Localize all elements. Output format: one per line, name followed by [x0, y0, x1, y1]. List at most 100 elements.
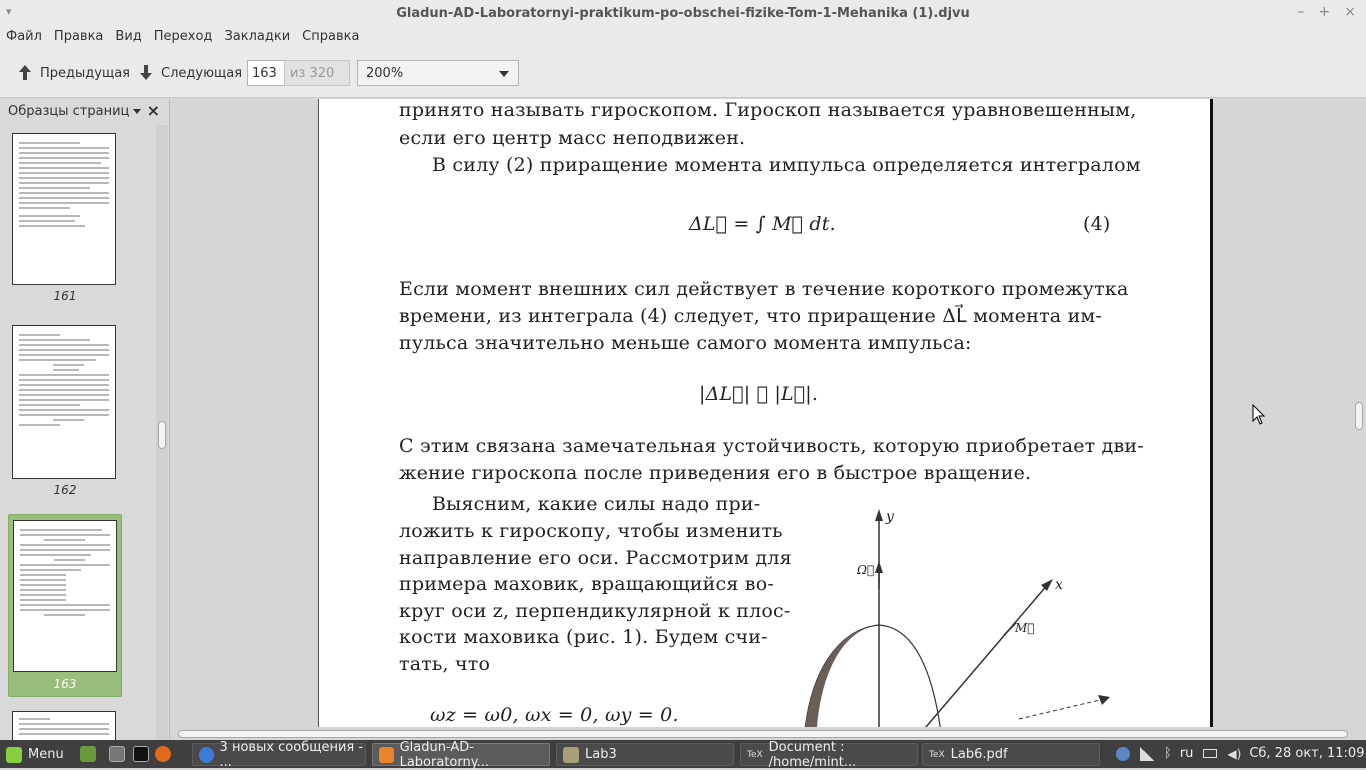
taskbar-window-pdf[interactable]: TeX Lab6.pdf [922, 743, 1100, 766]
page-thumbnail-162[interactable]: 162 [8, 321, 122, 501]
page-count: из 320 [284, 60, 350, 86]
chrome-icon [199, 746, 214, 763]
formula-omega: ωz = ω0, ωx = 0, ωy = 0. [430, 704, 679, 726]
taskbar-window-tex-editor[interactable]: TeX Document : /home/mint... [740, 740, 918, 770]
label-moment: M⃗ [1015, 621, 1035, 635]
menu-edit[interactable]: Правка [54, 28, 109, 48]
next-page-label: Следующая [161, 65, 243, 81]
close-window-icon[interactable]: × [1344, 4, 1356, 20]
menu-help[interactable]: Справка [302, 28, 365, 48]
tex-icon: TeX [929, 749, 945, 760]
menu-view[interactable]: Вид [115, 28, 147, 48]
previous-page-button[interactable]: Предыдущая [18, 60, 130, 86]
show-desktop-icon[interactable] [80, 746, 96, 762]
text-line: В силу (2) приращение момента импульса о… [432, 154, 1141, 176]
sidebar-title: Образцы страниц [8, 104, 130, 119]
horizontal-scrollbar[interactable] [176, 727, 1351, 740]
page-thumbnail-161[interactable]: 161 [8, 127, 122, 307]
text-line: Выясним, какие силы надо при- [432, 493, 761, 515]
thumbnail-image [13, 520, 117, 672]
taskbar-window-label: Gladun-AD-Laboratorny... [399, 739, 489, 770]
document-view[interactable]: принято называть гироскопом. Гироскоп на… [176, 99, 1351, 727]
thumbnail-image [12, 133, 116, 285]
sidebar-scrollbar[interactable] [156, 125, 168, 740]
taskbar-window-document-viewer[interactable]: Gladun-AD-Laboratorny... [372, 740, 550, 770]
text-line: если его центр масс неподвижен. [399, 127, 746, 149]
bluetooth-icon[interactable]: ᛒ [1164, 746, 1172, 761]
text-line: пульса значительно меньше самого момента… [399, 332, 972, 354]
tex-icon: TeX [747, 749, 763, 760]
network-signal-icon[interactable] [1140, 746, 1154, 761]
taskbar-window-label: 3 новых сообщения - ... [219, 739, 364, 770]
vertical-scroll-thumb[interactable] [1355, 402, 1363, 430]
close-sidebar-icon[interactable]: × [147, 101, 160, 120]
arrow-down-icon [139, 65, 153, 81]
start-menu-button[interactable]: Menu [2, 743, 64, 766]
page-number-input[interactable] [247, 60, 285, 86]
window-titlebar: ▾ Gladun-AD-Laboratornyi-praktikum-po-ob… [0, 0, 1366, 28]
vertical-scrollbar[interactable] [1351, 99, 1366, 727]
sidebar-header: Образцы страниц × [0, 99, 169, 125]
chevron-down-icon [133, 109, 142, 114]
text-line: ложить к гироскопу, чтобы изменить [399, 520, 783, 542]
text-line: Если момент внешних сил действует в тече… [399, 278, 1129, 300]
volume-icon[interactable]: ◀) [1227, 747, 1241, 761]
text-line: кости маховика (рис. 1). Будем счи- [399, 626, 768, 648]
keyboard-layout[interactable]: ru [1180, 746, 1194, 761]
text-line: С этим связана замечательная устойчивост… [399, 435, 1144, 457]
gyroscope-figure [804, 509, 1110, 727]
menu-go[interactable]: Переход [154, 28, 219, 48]
sidebar-mode-dropdown[interactable]: Образцы страниц [8, 104, 142, 119]
start-menu-label: Menu [28, 747, 64, 762]
taskbar-window-label: Document : /home/mint... [768, 739, 857, 770]
mouse-pointer-icon [1252, 404, 1266, 425]
formula-inequality: |ΔL⃗| ≪ |L⃗|. [699, 383, 819, 405]
page-thumbnail-163[interactable]: 163 [8, 514, 122, 697]
update-shield-icon[interactable] [1116, 746, 1130, 761]
file-manager-launcher-icon[interactable] [109, 746, 125, 762]
system-tray: ᛒ ru ◀) Сб, 28 окт, 11:09 [1116, 746, 1364, 761]
maximize-icon[interactable]: + [1319, 4, 1331, 20]
taskbar-window-label: Lab6.pdf [950, 747, 1008, 762]
zoom-select[interactable]: 200% [357, 60, 519, 86]
text-line: времени, из интеграла (4) следует, что п… [399, 305, 1103, 327]
next-page-button[interactable]: Следующая [139, 60, 242, 86]
axis-label-y: y [886, 509, 894, 525]
document-page: принято называть гироскопом. Гироскоп на… [318, 99, 1213, 727]
thumbnail-image [12, 325, 116, 479]
text-line: принято называть гироскопом. Гироскоп на… [399, 99, 1137, 121]
clock[interactable]: Сб, 28 окт, 11:09 [1249, 746, 1364, 761]
formula-4: ΔL⃗ = ∫ M⃗ dt. [689, 213, 836, 235]
text-line: направление его оси. Рассмотрим для [399, 547, 792, 569]
taskbar-window-browser[interactable]: 3 новых сообщения - ... [192, 740, 366, 770]
taskbar-window-label: Lab3 [585, 747, 617, 762]
text-line: примера маховик, вращающийся во- [399, 573, 774, 595]
chevron-down-icon [499, 71, 509, 77]
mint-logo-icon [6, 746, 22, 763]
toolbar: Предыдущая Следующая из 320 200% [0, 48, 1366, 98]
text-line: круг оси z, перпендикулярной к плос- [399, 600, 791, 622]
folder-icon [563, 746, 579, 763]
terminal-launcher-icon[interactable] [133, 746, 149, 762]
menu-file[interactable]: Файл [6, 28, 48, 48]
arrow-up-icon [18, 65, 32, 81]
sidebar-scroll-thumb[interactable] [158, 421, 166, 449]
thumbnail-number: 163 [53, 677, 77, 691]
previous-page-label: Предыдущая [40, 65, 130, 81]
axis-label-x: x [1055, 577, 1063, 593]
menu-bookmarks[interactable]: Закладки [224, 28, 296, 48]
menu-bar: Файл Правка Вид Переход Закладки Справка [0, 28, 1366, 48]
horizontal-scroll-thumb[interactable] [178, 730, 1348, 738]
zoom-value: 200% [366, 66, 404, 81]
taskbar-window-folder[interactable]: Lab3 [556, 743, 734, 766]
battery-icon[interactable] [1203, 749, 1218, 758]
document-viewer-icon [379, 746, 394, 763]
window-title: Gladun-AD-Laboratornyi-praktikum-po-obsc… [396, 6, 970, 21]
text-line: жение гироскопа после приведения его в б… [399, 462, 1032, 484]
label-omega: Ω⃗ [857, 563, 875, 577]
thumbnail-sidebar: Образцы страниц × 161 162 163 [0, 99, 170, 751]
equation-number: (4) [1083, 213, 1111, 235]
minimize-icon[interactable]: – [1298, 4, 1305, 20]
thumbnail-number: 161 [53, 289, 77, 303]
firefox-launcher-icon[interactable] [155, 746, 171, 762]
